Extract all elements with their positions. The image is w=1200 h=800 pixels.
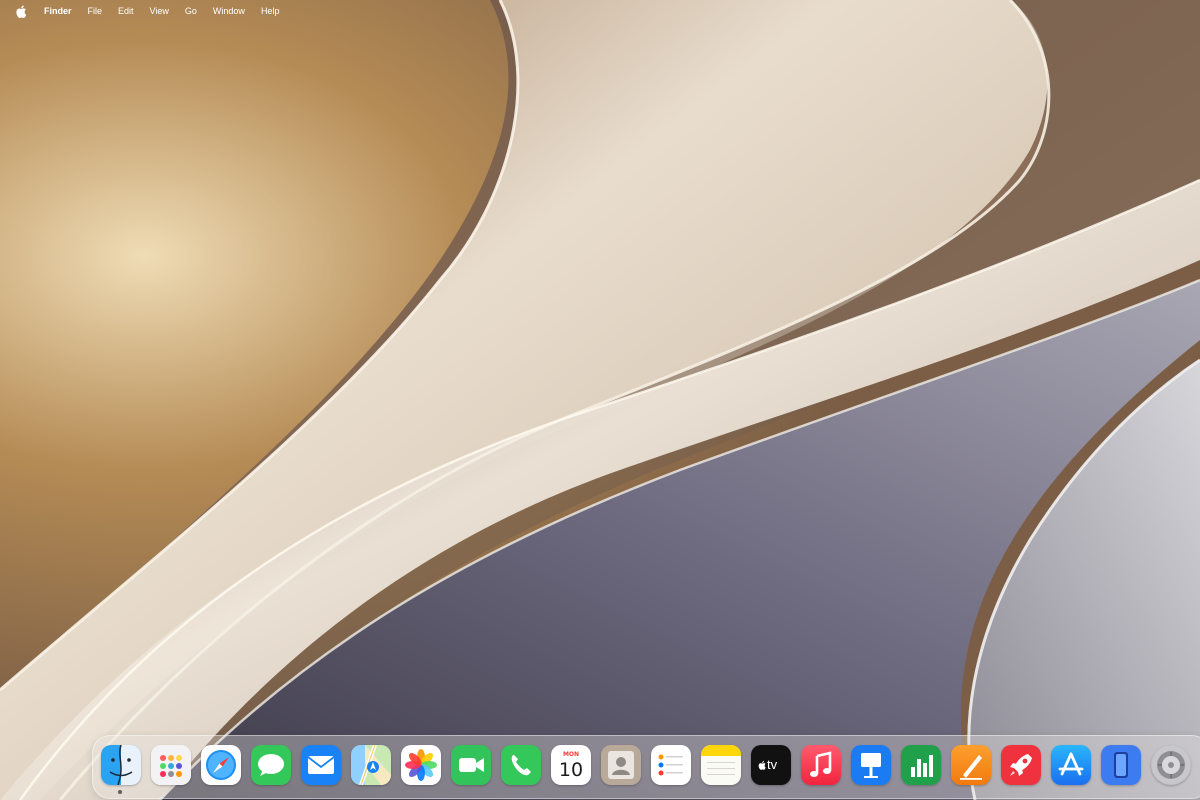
facetime-icon[interactable] xyxy=(451,745,491,785)
reminders-icon[interactable] xyxy=(651,745,691,785)
system-settings-icon[interactable] xyxy=(1151,745,1191,785)
safari-icon[interactable] xyxy=(201,745,241,785)
calendar-icon[interactable]: MON 10 xyxy=(551,745,591,785)
maps-icon[interactable] xyxy=(351,745,391,785)
calendar-month: MON xyxy=(562,750,580,758)
menu-view[interactable]: View xyxy=(142,0,177,22)
mail-icon[interactable] xyxy=(301,745,341,785)
apple-tv-icon[interactable]: tv xyxy=(751,745,791,785)
finder-running-indicator xyxy=(118,790,122,794)
menu-bar: Finder File Edit View Go Window Help xyxy=(0,0,1200,22)
messages-icon[interactable] xyxy=(251,745,291,785)
app-store-icon[interactable] xyxy=(1051,745,1091,785)
tv-label: tv xyxy=(767,757,778,772)
desktop-wallpaper xyxy=(0,0,1200,800)
photos-icon[interactable] xyxy=(401,745,441,785)
notes-icon[interactable] xyxy=(701,745,741,785)
menu-window[interactable]: Window xyxy=(205,0,253,22)
menu-file[interactable]: File xyxy=(80,0,111,22)
music-icon[interactable] xyxy=(801,745,841,785)
contacts-icon[interactable] xyxy=(601,745,641,785)
phone-icon[interactable] xyxy=(501,745,541,785)
finder-icon[interactable] xyxy=(101,745,141,785)
dock: MON 10 tv xyxy=(92,735,1200,799)
launchpad-icon[interactable] xyxy=(151,745,191,785)
calendar-day: 10 xyxy=(558,758,584,781)
rocket-icon[interactable] xyxy=(1001,745,1041,785)
menu-app-name[interactable]: Finder xyxy=(36,0,80,22)
iphone-mirroring-icon[interactable] xyxy=(1101,745,1141,785)
menu-help[interactable]: Help xyxy=(253,0,288,22)
keynote-icon[interactable] xyxy=(851,745,891,785)
menu-go[interactable]: Go xyxy=(177,0,205,22)
numbers-icon[interactable] xyxy=(901,745,941,785)
pages-icon[interactable] xyxy=(951,745,991,785)
menu-edit[interactable]: Edit xyxy=(110,0,142,22)
apple-logo-icon[interactable] xyxy=(14,4,28,18)
